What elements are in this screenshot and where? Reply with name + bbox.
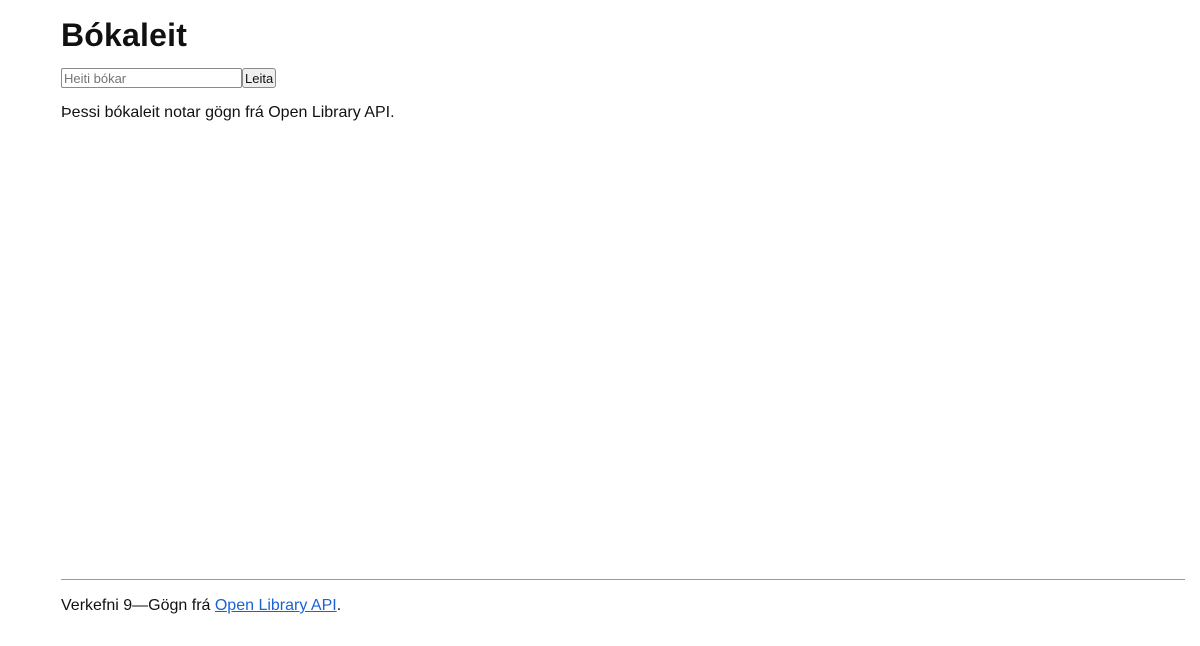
main-content: Bókaleit Leita Þessi bókaleit notar gögn… <box>61 0 1185 123</box>
open-library-link[interactable]: Open Library API <box>215 597 337 614</box>
search-button[interactable]: Leita <box>242 68 277 88</box>
page: Bókaleit Leita Þessi bókaleit notar gögn… <box>0 0 1200 646</box>
search-form: Leita <box>61 68 1185 88</box>
footer-text-suffix: . <box>336 597 342 614</box>
footer-text-prefix: Verkefni 9—Gögn frá <box>61 597 215 614</box>
intro-text: Þessi bókaleit notar gögn frá Open Libra… <box>61 104 395 121</box>
page-title: Bókaleit <box>61 17 188 53</box>
footer: Verkefni 9—Gögn frá Open Library API. <box>61 579 1185 616</box>
search-input[interactable] <box>61 68 242 88</box>
